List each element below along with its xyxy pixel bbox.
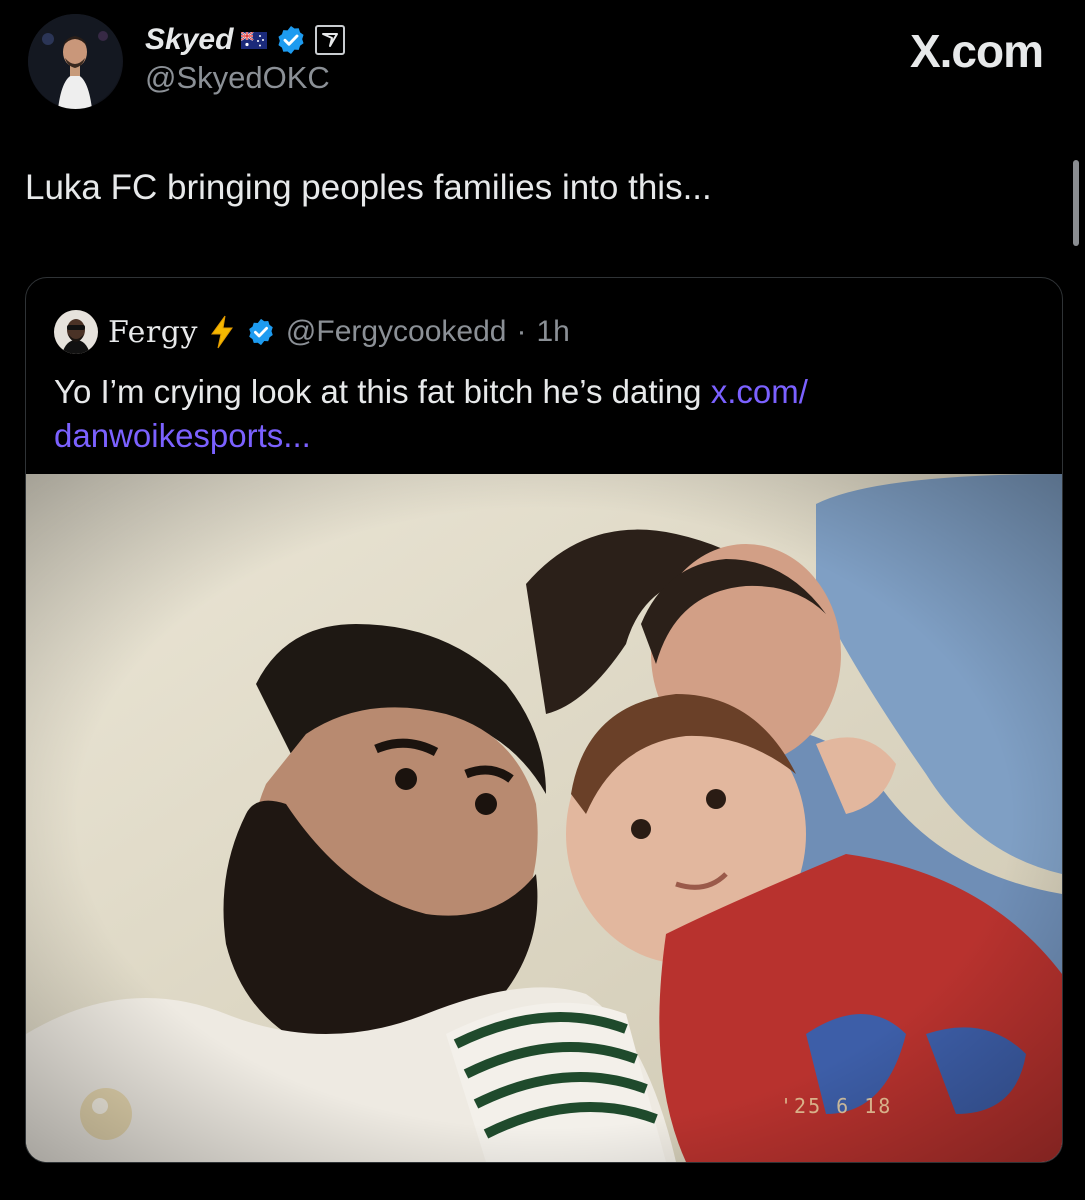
x-com-watermark: X.com [909,25,1044,77]
quoted-verified-badge-icon [249,318,273,346]
author-avatar[interactable] [28,14,123,109]
quoted-link-line-1[interactable]: x.com/ [711,373,808,410]
author-name-row: Skyed [145,20,346,60]
quoted-tweet-card[interactable]: Fergy @Fergycookedd · 1h Yo I’m crying l… [25,277,1063,1163]
quoted-tweet-photo[interactable] [26,474,1062,1162]
author-avatar-image [28,14,122,109]
author-display-name[interactable]: Skyed [145,23,233,57]
family-photo-image [26,474,1062,1162]
quoted-timestamp[interactable]: 1h [536,315,569,349]
quoted-tweet-text: Yo I’m crying look at this fat bitch he’… [54,370,1014,458]
tweet-text: Luka FC bringing peoples families into t… [25,168,712,207]
tweet-screenshot: Skyed @SkyedOKC X.com Luka FC bringing p [0,0,1085,1200]
quoted-tweet-body: Yo I’m crying look at this fat bitch he’… [54,373,711,410]
affiliate-logo-icon [322,33,339,47]
author-handle[interactable]: @SkyedOKC [145,60,330,96]
quoted-author-display-name[interactable]: Fergy [108,315,198,350]
affiliate-badge-icon[interactable] [315,25,346,55]
quoted-link-line-2[interactable]: danwoikesports... [54,417,311,454]
quoted-author-avatar-image [54,310,98,354]
scrollbar-thumb[interactable] [1073,160,1079,246]
australia-flag-icon [241,31,268,49]
verified-badge-icon [278,26,304,54]
photo-date-stamp: '25 6 18 [780,1094,893,1118]
quoted-tweet-header: Fergy @Fergycookedd · 1h [54,308,570,356]
quoted-separator-dot: · [516,315,527,348]
lightning-bolt-icon [210,315,233,349]
quoted-author-handle[interactable]: @Fergycookedd [286,315,507,349]
quoted-author-avatar[interactable] [54,310,98,354]
